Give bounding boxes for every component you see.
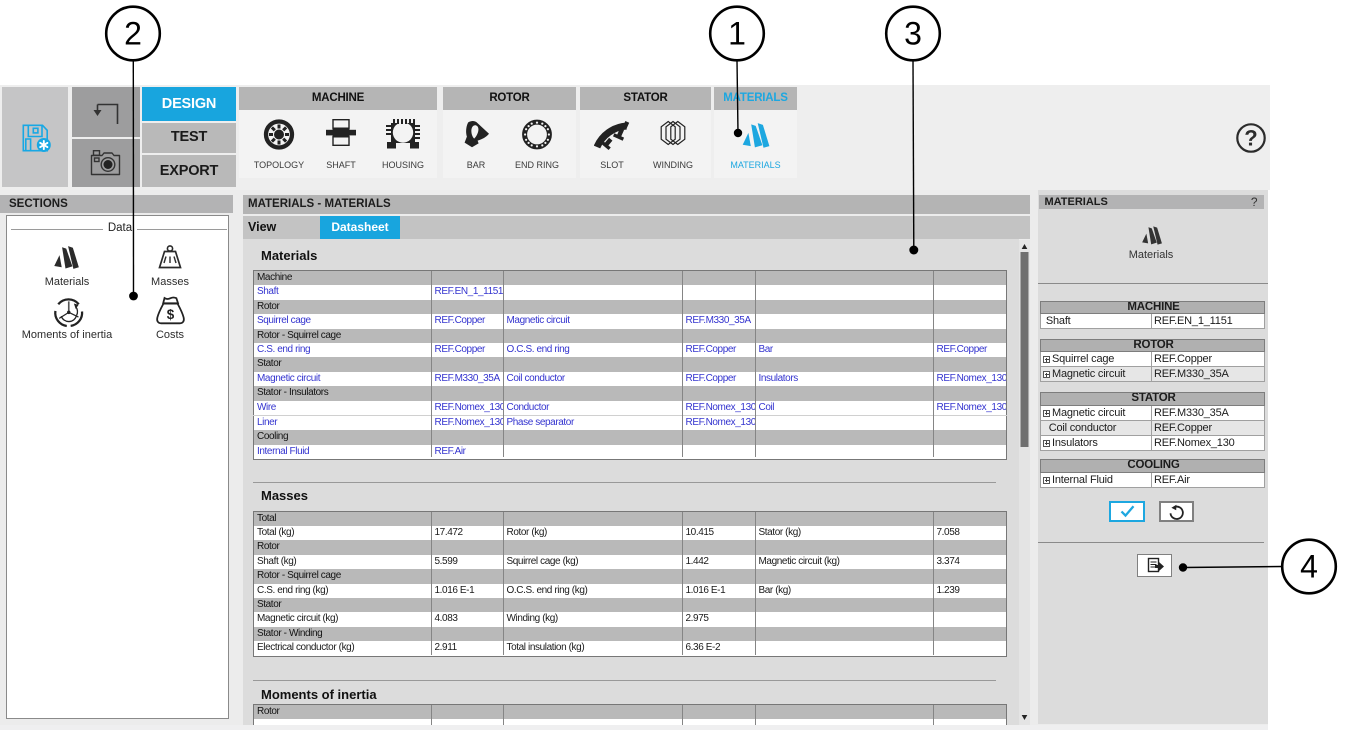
svg-text:3: 3 (904, 16, 922, 52)
svg-text:2: 2 (124, 16, 142, 52)
svg-text:4: 4 (1300, 549, 1318, 585)
svg-text:$: $ (167, 307, 175, 322)
svg-text:1: 1 (728, 16, 746, 52)
svg-text:?: ? (1244, 126, 1257, 151)
